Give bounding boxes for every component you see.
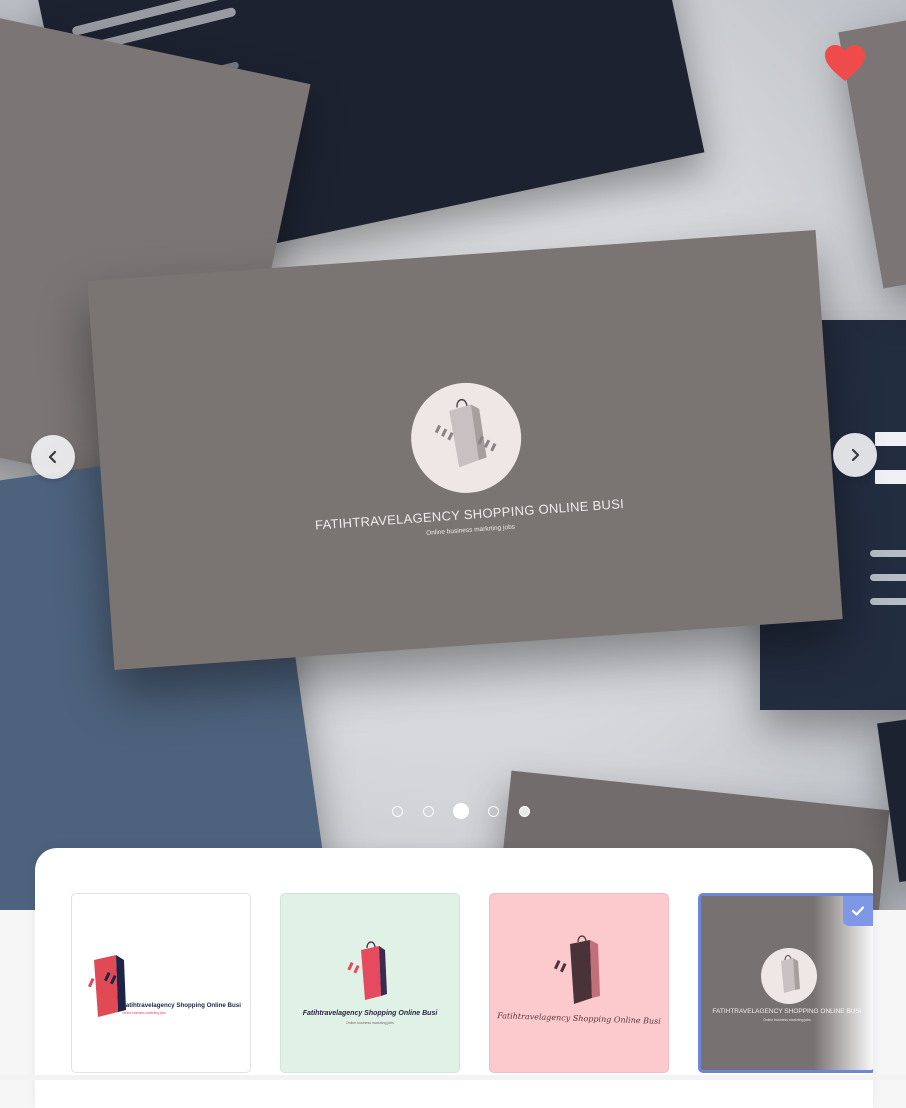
bottom-bar bbox=[0, 1075, 906, 1080]
carousel-dot[interactable] bbox=[519, 806, 530, 817]
decorative-stripe bbox=[875, 432, 906, 446]
decorative-stripe bbox=[870, 550, 906, 557]
decorative-stripe bbox=[875, 470, 906, 484]
logo-variant-thumbnail-selected[interactable]: FATIHTRAVELAGENCY SHOPPING ONLINE BUSI O… bbox=[698, 893, 873, 1073]
thumbnail-title: Fatihtravelagency Shopping Online Busi bbox=[302, 1010, 438, 1017]
next-slide-button[interactable] bbox=[833, 433, 877, 477]
thumbnail-subtitle: Online business markrting jobs bbox=[122, 1011, 166, 1015]
chevron-left-icon bbox=[48, 450, 57, 464]
favorite-button[interactable] bbox=[823, 43, 867, 83]
logo-badge bbox=[761, 948, 817, 1004]
carousel-dot[interactable] bbox=[488, 806, 499, 817]
thumbnail-title: Fatihtravelagency Shopping Online Busi bbox=[122, 1002, 241, 1009]
logo-variant-thumbnail[interactable]: Fatihtravelagency Shopping Online Busi O… bbox=[71, 893, 251, 1073]
main-logo-card: FATIHTRAVELAGENCY SHOPPING ONLINE BUSI O… bbox=[87, 230, 843, 670]
carousel-dot-active[interactable] bbox=[453, 803, 469, 819]
shopping-bag-icon bbox=[553, 935, 600, 1004]
thumbnail-title: Fatihtravelagency Shopping Online Busi bbox=[497, 1011, 661, 1026]
shopping-bag-icon bbox=[434, 398, 497, 468]
decorative-stripe bbox=[870, 598, 906, 605]
variant-panel: Fatihtravelagency Shopping Online Busi O… bbox=[35, 848, 873, 1108]
logo-variant-thumbnail[interactable]: Fatihtravelagency Shopping Online Busi bbox=[489, 893, 669, 1073]
carousel-dot[interactable] bbox=[423, 806, 434, 817]
heart-icon bbox=[825, 45, 865, 81]
carousel-pagination bbox=[390, 803, 540, 821]
hero-preview: FATIHTRAVELAGENCY SHOPPING ONLINE BUSI O… bbox=[0, 0, 906, 910]
check-icon bbox=[851, 906, 865, 916]
decorative-stripe bbox=[870, 574, 906, 581]
thumbnail-subtitle: Online business markrting jobs bbox=[346, 1021, 394, 1025]
shopping-bag-icon bbox=[347, 941, 387, 1000]
chevron-right-icon bbox=[851, 448, 860, 462]
selected-check-badge bbox=[843, 896, 873, 926]
carousel-dot[interactable] bbox=[392, 806, 403, 817]
shopping-bag-icon bbox=[781, 955, 800, 993]
logo-badge bbox=[407, 379, 525, 497]
logo-variant-thumbnail[interactable]: Fatihtravelagency Shopping Online Busi O… bbox=[280, 893, 460, 1073]
previous-slide-button[interactable] bbox=[31, 435, 75, 479]
